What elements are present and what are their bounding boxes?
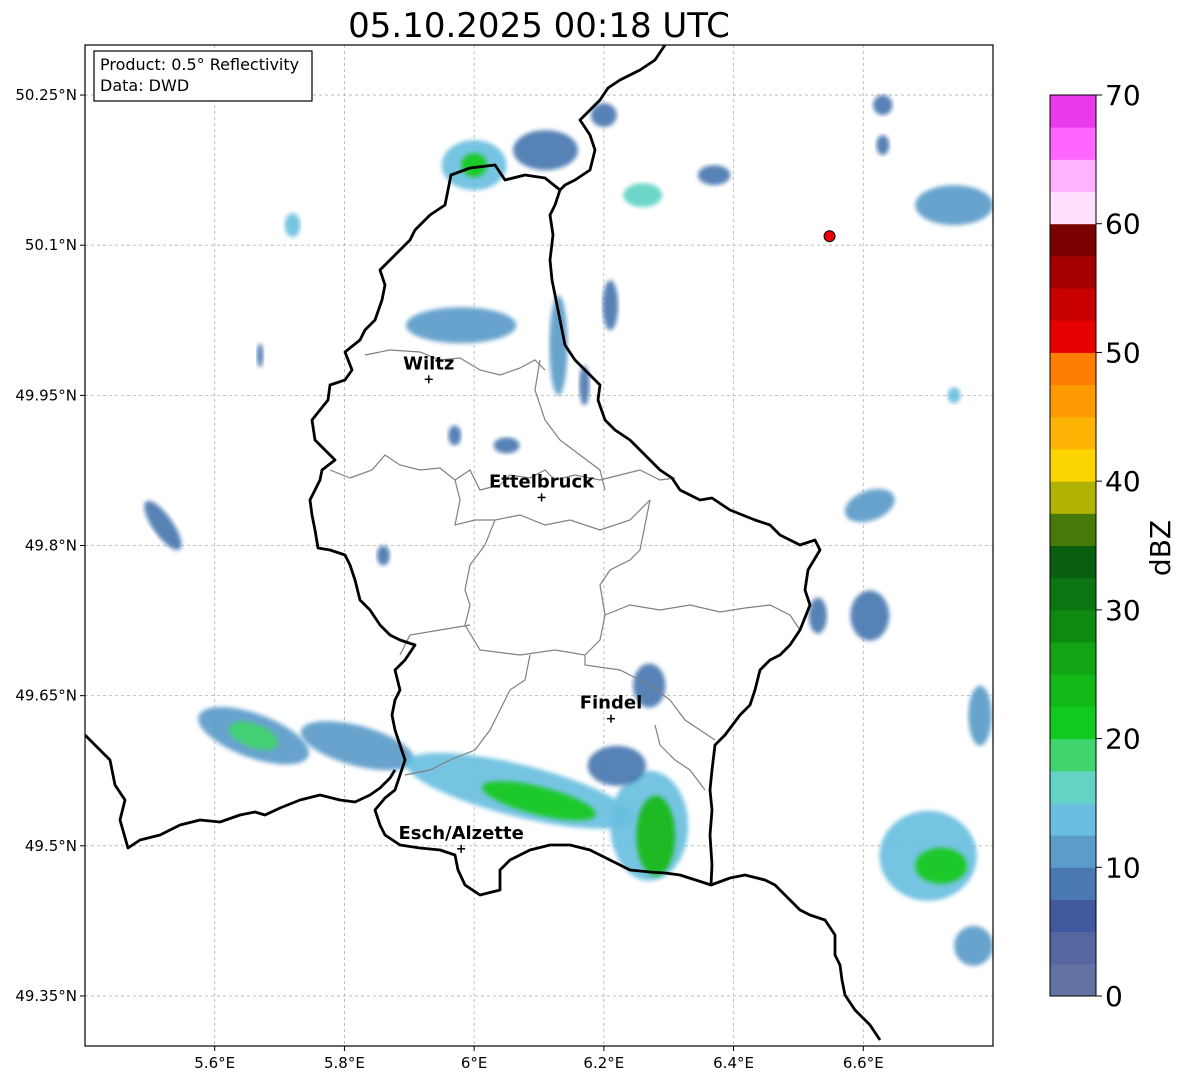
y-tick-label: 49.5°N [25, 837, 77, 855]
y-tick-label: 50.1°N [25, 236, 77, 254]
colorbar-segment [1050, 288, 1096, 321]
x-tick-label: 5.8°E [324, 1054, 365, 1072]
colorbar-segment [1050, 513, 1096, 546]
colorbar-segment [1050, 95, 1096, 128]
colorbar-segment [1050, 255, 1096, 289]
echo-cell [636, 795, 676, 876]
colorbar-tick-label: 10 [1105, 851, 1141, 884]
colorbar-segment [1050, 223, 1096, 257]
x-tick-label: 6°E [461, 1054, 488, 1072]
colorbar-tick-label: 70 [1105, 79, 1141, 112]
colorbar-segment [1050, 770, 1096, 804]
info-box: Product: 0.5° Reflectivity Data: DWD [93, 50, 313, 102]
colorbar-segment [1050, 320, 1096, 353]
colorbar-tick-label: 40 [1105, 465, 1141, 498]
y-tick-label: 49.65°N [15, 687, 77, 705]
city-label: Esch/Alzette [399, 823, 524, 844]
colorbar-segment [1050, 159, 1096, 193]
colorbar-segment [1050, 674, 1096, 707]
echo-cell [915, 185, 993, 226]
echo-cell [954, 925, 993, 966]
map-area[interactable] [85, 45, 993, 1046]
colorbar-segment [1050, 352, 1096, 386]
x-tick-label: 5.6°E [194, 1054, 235, 1072]
colorbar-segment [1050, 963, 1096, 997]
echo-cell [876, 135, 890, 156]
x-tick-label: 6.4°E [713, 1054, 754, 1072]
echo-cell [808, 597, 827, 634]
colorbar-tick-label: 60 [1105, 208, 1141, 241]
colorbar-segment [1050, 609, 1096, 643]
colorbar-tick-label: 30 [1105, 594, 1141, 627]
echo-cell [873, 95, 893, 116]
city-label: Ettelbruck [489, 471, 595, 492]
colorbar-segment [1050, 577, 1096, 611]
info-source: Data: DWD [100, 76, 189, 95]
y-tick-label: 49.8°N [25, 537, 77, 555]
colorbar-tick-label: 20 [1105, 723, 1141, 756]
radar-site-marker[interactable] [823, 230, 836, 243]
echo-cell [850, 590, 890, 641]
colorbar-segment [1050, 835, 1096, 868]
x-tick-label: 6.6°E [843, 1054, 884, 1072]
colorbar-tick-label: 0 [1105, 980, 1123, 1013]
y-tick-label: 49.35°N [15, 987, 77, 1005]
radar-site-layer [823, 230, 836, 243]
colorbar-segment [1050, 481, 1096, 514]
colorbar-segment [1050, 867, 1096, 900]
colorbar-segment [1050, 931, 1096, 965]
colorbar-segment [1050, 127, 1096, 160]
echo-cell [915, 847, 968, 884]
y-tick-label: 50.25°N [15, 86, 77, 104]
echo-cell [376, 545, 390, 566]
colorbar-segment [1050, 384, 1096, 418]
y-tick-label: 49.95°N [15, 386, 77, 404]
city-label: Findel [580, 693, 643, 714]
x-tick-label: 6.2°E [583, 1054, 624, 1072]
colorbar-segment [1050, 899, 1096, 933]
y-axis: 49.35°N 49.5°N 49.65°N 49.8°N 49.95°N 50.1°N 5… [15, 86, 85, 1005]
colorbar-segment [1050, 448, 1096, 482]
colorbar-segment [1050, 802, 1096, 836]
echo-cell [602, 280, 619, 331]
echo-cell [968, 685, 992, 746]
colorbar-segment [1050, 416, 1096, 450]
echo-cell [448, 425, 462, 446]
echo-cell [587, 745, 647, 786]
echo-cell [623, 183, 663, 208]
radar-map-figure: WiltzEttelbruckFindelEsch/Alzette 5.6°E 5… [15, 44, 1177, 1072]
colorbar-tick-label: 50 [1105, 336, 1141, 369]
echo-cell [697, 165, 731, 186]
colorbar-segment [1050, 545, 1096, 579]
colorbar-label: dBZ [1144, 520, 1177, 576]
colorbar-segment [1050, 642, 1096, 675]
echo-cell [406, 307, 517, 344]
echo-cell [513, 130, 578, 171]
echo-cell [256, 343, 264, 368]
colorbar-segment [1050, 191, 1096, 225]
echo-cell [493, 437, 520, 454]
x-axis: 5.6°E 5.8°E 6°E 6.2°E 6.4°E 6.6°E [194, 1046, 884, 1072]
colorbar: 0 10 20 30 40 50 60 70 [1049, 79, 1141, 1013]
echo-cell [947, 387, 961, 404]
city-label: Wiltz [403, 353, 454, 374]
colorbar-segment [1050, 706, 1096, 740]
echo-cell [284, 213, 301, 238]
info-product: Product: 0.5° Reflectivity [100, 55, 299, 74]
colorbar-segment [1050, 738, 1096, 772]
